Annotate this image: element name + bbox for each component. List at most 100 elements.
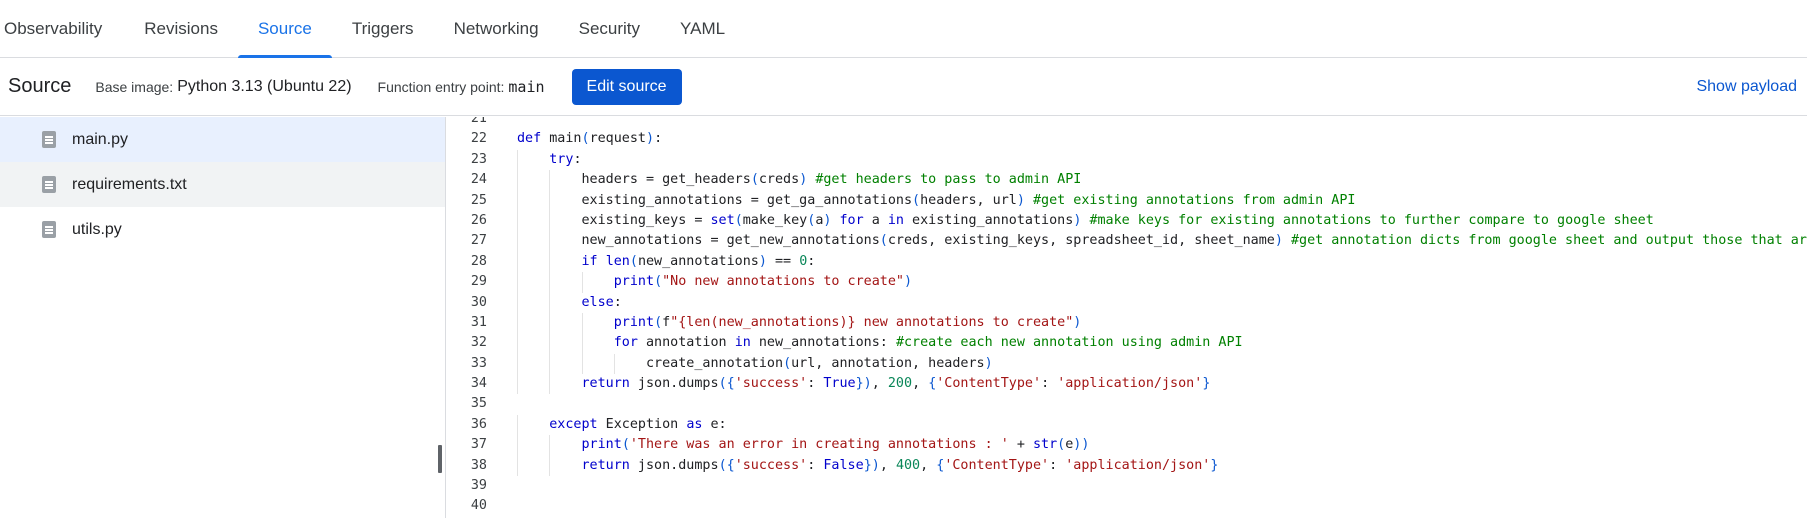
- code-token: (: [783, 355, 792, 371]
- tab-observability[interactable]: Observability: [0, 0, 124, 57]
- code-line: 25 existing_annotations = get_ga_annotat…: [447, 190, 1807, 211]
- line-number: 33: [470, 355, 487, 371]
- indent-guide: [517, 210, 518, 232]
- code-token: :: [654, 131, 663, 147]
- file-tree: main.py requirements.txt utils.py: [0, 117, 446, 518]
- code-token: print: [613, 274, 655, 290]
- code-token: for: [613, 335, 638, 351]
- code-token: "{len(new_annotations)} new annotations …: [670, 314, 1074, 330]
- code-line: 24 headers = get_headers(creds) #get hea…: [447, 170, 1807, 191]
- code-token: make_key: [742, 212, 808, 228]
- code-token: 200: [887, 376, 913, 392]
- line-number: 26: [470, 212, 487, 228]
- tab-yaml[interactable]: YAML: [660, 0, 745, 57]
- tab-security[interactable]: Security: [559, 0, 660, 57]
- code-token: creds: [758, 172, 800, 188]
- code-line: 23 try:: [447, 149, 1807, 171]
- code-token: ): [984, 355, 993, 371]
- code-token: (: [879, 233, 888, 249]
- code-token: True: [823, 376, 856, 392]
- line-number: 32: [470, 335, 487, 351]
- code-token: 'ContentType': [944, 457, 1050, 473]
- code-token: :: [1041, 376, 1058, 392]
- code-token: 'application/json': [1065, 457, 1211, 473]
- source-header: Source Base image: Python 3.13 (Ubuntu 2…: [0, 58, 1807, 116]
- indent-guide: [517, 231, 518, 252]
- code-token: :: [807, 253, 816, 269]
- code-token: ({: [718, 376, 735, 392]
- code-text: return json.dumps({'success': True}), 20…: [517, 376, 1211, 392]
- section-title: Source: [8, 75, 72, 97]
- line-number: 31: [470, 314, 487, 330]
- line-number: 21: [470, 117, 487, 126]
- indent-guide: [549, 251, 551, 273]
- code-token: print: [613, 314, 655, 330]
- edit-source-button[interactable]: Edit source: [571, 68, 682, 105]
- code-token: annotation: [637, 335, 735, 351]
- line-number: 37: [470, 437, 487, 453]
- code-token: json.dumps: [629, 457, 719, 473]
- code-token: ): [646, 131, 655, 147]
- tab-revisions[interactable]: Revisions: [124, 0, 238, 57]
- indent-guide: [613, 353, 615, 375]
- code-text: create_annotation(url, annotation, heade…: [517, 356, 993, 371]
- code-line: 39: [447, 476, 1807, 496]
- code-token: #make keys for existing annotations to f…: [1089, 212, 1654, 228]
- file-icon: [42, 221, 56, 238]
- code-token: creds, existing_keys, spreadsheet_id, sh…: [887, 233, 1275, 249]
- code-editor[interactable]: 21 22 def main(request): 23 try: 24 headers …: [447, 117, 1807, 518]
- entry-point-label: Function entry point:: [377, 78, 505, 95]
- code-token: :: [573, 151, 582, 167]
- file-item-requirements-txt[interactable]: requirements.txt: [0, 162, 445, 207]
- code-token: ): [903, 274, 913, 290]
- code-text: print("No new annotations to create"): [517, 274, 912, 289]
- panel-resize-handle[interactable]: [438, 445, 442, 473]
- line-number: 29: [470, 274, 487, 290]
- code-token: for: [839, 212, 864, 228]
- code-token: 'success': [734, 376, 808, 392]
- code-token: print: [581, 437, 622, 453]
- line-number: 38: [470, 457, 487, 473]
- show-payload-link[interactable]: Show payload: [1696, 58, 1797, 116]
- file-item-utils-py[interactable]: utils.py: [0, 207, 445, 252]
- tab-networking[interactable]: Networking: [434, 0, 559, 57]
- code-lines: 21 22 def main(request): 23 try: 24 headers …: [447, 117, 1807, 517]
- code-token: }: [1202, 376, 1211, 392]
- tab-triggers[interactable]: Triggers: [332, 0, 434, 57]
- indent-guide: [517, 455, 518, 477]
- line-number: 30: [470, 294, 487, 310]
- indent-guide: [549, 210, 551, 232]
- indent-guide: [517, 353, 518, 375]
- code-token: #get headers to pass to admin API: [815, 172, 1082, 188]
- code-token: (: [912, 192, 921, 208]
- indent-guide: [581, 272, 583, 293]
- file-item-main-py[interactable]: main.py: [0, 117, 445, 162]
- code-token: 'ContentType': [936, 376, 1042, 392]
- code-token: Exception: [597, 416, 687, 432]
- tab-source[interactable]: Source: [237, 0, 332, 58]
- code-token: (: [654, 274, 663, 290]
- indent-guide: [517, 435, 518, 456]
- code-token: ==: [766, 253, 800, 269]
- indent-guide: [549, 333, 551, 354]
- indent-guide: [549, 292, 551, 313]
- code-token: str: [1032, 437, 1058, 453]
- code-token: (: [629, 253, 638, 269]
- indent-guide: [549, 231, 551, 252]
- line-number: 40: [470, 498, 487, 514]
- code-token: as: [686, 416, 703, 432]
- indent-guide: [517, 312, 518, 334]
- code-token: ({: [718, 457, 735, 473]
- code-text: existing_keys = set(make_key(a) for a in…: [517, 213, 1654, 228]
- code-token: in: [887, 212, 904, 228]
- file-name: requirements.txt: [72, 175, 187, 193]
- base-image-value: Python 3.13 (Ubuntu 22): [177, 77, 352, 95]
- line-number: 35: [470, 396, 487, 412]
- entry-point-value: main: [508, 77, 545, 96]
- code-token: :: [807, 376, 824, 392]
- code-token: existing_annotations = get_ga_annotation…: [581, 192, 913, 208]
- code-token: 'There was an error in creating annotati…: [629, 437, 1009, 453]
- code-line: 27 new_annotations = get_new_annotations…: [447, 231, 1807, 252]
- code-line: 32 for annotation in new_annotations: #c…: [447, 333, 1807, 354]
